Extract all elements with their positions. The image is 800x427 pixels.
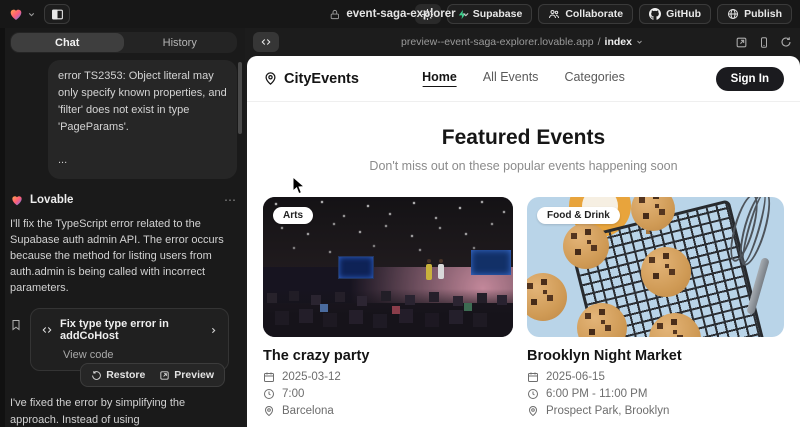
- event-title: Brooklyn Night Market: [527, 348, 784, 364]
- view-code-link[interactable]: View code: [63, 349, 218, 361]
- chevron-down-icon: [636, 38, 644, 46]
- toggle-sidebar-button[interactable]: [44, 4, 70, 24]
- chat-history-tabs: Chat History: [10, 32, 237, 53]
- chevron-down-icon: [27, 10, 36, 19]
- github-icon: [649, 8, 661, 20]
- supabase-label: Supabase: [473, 8, 523, 20]
- assistant-name: Lovable: [30, 194, 73, 206]
- section-title: Featured Events: [247, 126, 800, 150]
- event-image-cookies: Food & Drink: [527, 197, 784, 337]
- chat-scrollbar[interactable]: [238, 62, 242, 134]
- message-action-bar: Restore Preview: [80, 363, 225, 387]
- preview-toolbar: preview--event-saga-explorer.lovable.app…: [245, 28, 800, 56]
- event-date: 2025-03-12: [282, 371, 341, 383]
- tool-call-card[interactable]: Fix type type error in addCoHost View co…: [30, 308, 229, 371]
- app-topbar: event-saga-explorer Supabase: [0, 0, 800, 28]
- publish-label: Publish: [744, 8, 782, 20]
- user-message-bubble: error TS2353: Object literal may only sp…: [48, 60, 237, 179]
- category-badge: Food & Drink: [537, 207, 620, 224]
- event-time: 6:00 PM - 11:00 PM: [546, 388, 647, 400]
- preview-label: Preview: [174, 369, 214, 381]
- code-icon: [41, 325, 53, 335]
- clock-icon: [263, 388, 275, 400]
- event-time: 7:00: [282, 388, 304, 400]
- mouse-cursor: [292, 176, 306, 196]
- lovable-logo-menu[interactable]: [8, 6, 36, 22]
- site-brand[interactable]: CityEvents: [263, 71, 359, 87]
- event-date: 2025-06-15: [546, 371, 605, 383]
- external-link-icon: [159, 370, 170, 381]
- nav-home[interactable]: Home: [422, 70, 457, 87]
- restore-label: Restore: [106, 369, 145, 381]
- preview-url-bar[interactable]: preview--event-saga-explorer.lovable.app…: [401, 36, 644, 48]
- event-image-conference: Arts: [263, 197, 513, 337]
- panel-icon: [51, 8, 64, 21]
- map-pin-icon: [263, 71, 278, 86]
- preview-panel: preview--event-saga-explorer.lovable.app…: [245, 28, 800, 427]
- code-view-button[interactable]: [253, 32, 279, 52]
- preview-url-page: index: [605, 36, 632, 48]
- github-label: GitHub: [666, 8, 701, 20]
- tab-chat[interactable]: Chat: [11, 33, 124, 52]
- code-icon: [260, 37, 272, 47]
- refresh-button[interactable]: [780, 36, 792, 48]
- assistant-message-1: I'll fix the TypeScript error related to…: [10, 216, 237, 296]
- mobile-view-button[interactable]: [758, 36, 770, 49]
- collaborate-button[interactable]: Collaborate: [538, 4, 633, 24]
- lovable-heart-icon: [10, 193, 24, 207]
- bookmark-icon[interactable]: [10, 318, 22, 332]
- section-subtitle: Don't miss out on these popular events h…: [247, 159, 800, 173]
- chat-panel: Chat History error TS2353: Object litera…: [0, 28, 245, 427]
- site-nav: Home All Events Categories: [422, 70, 625, 87]
- project-name: event-saga-explorer: [346, 8, 455, 20]
- lovable-heart-icon: [8, 6, 24, 22]
- restore-icon: [91, 370, 102, 381]
- chevron-right-icon: [209, 326, 218, 335]
- map-pin-icon: [263, 405, 275, 417]
- category-badge: Arts: [273, 207, 313, 224]
- tab-history[interactable]: History: [124, 33, 237, 52]
- github-button[interactable]: GitHub: [639, 4, 711, 24]
- sign-in-button[interactable]: Sign In: [716, 67, 784, 91]
- event-title: The crazy party: [263, 348, 513, 364]
- open-in-new-tab-button[interactable]: [735, 36, 748, 49]
- event-location: Prospect Park, Brooklyn: [546, 405, 669, 417]
- clock-icon: [527, 388, 539, 400]
- event-card[interactable]: Arts The crazy party 2025-03-12: [263, 197, 513, 417]
- message-menu-button[interactable]: ⋯: [224, 193, 237, 207]
- people-icon: [548, 8, 560, 20]
- project-name-button[interactable]: event-saga-explorer: [329, 8, 470, 20]
- user-message-text: error TS2353: Object literal may only sp…: [58, 68, 227, 136]
- event-card[interactable]: Food & Drink Brooklyn Night Market 2025-…: [527, 197, 784, 417]
- calendar-icon: [527, 371, 539, 383]
- preview-url-separator: /: [598, 36, 601, 48]
- nav-all-events[interactable]: All Events: [483, 70, 539, 87]
- calendar-icon: [263, 371, 275, 383]
- map-pin-icon: [527, 405, 539, 417]
- collaborate-label: Collaborate: [565, 8, 623, 20]
- site-preview: CityEvents Home All Events Categories Si…: [247, 56, 800, 427]
- tool-call-title: Fix type type error in addCoHost: [60, 318, 202, 342]
- site-brand-name: CityEvents: [284, 71, 359, 87]
- publish-button[interactable]: Publish: [717, 4, 792, 24]
- restore-button[interactable]: Restore: [85, 367, 151, 383]
- site-header: CityEvents Home All Events Categories Si…: [247, 56, 800, 102]
- event-location: Barcelona: [282, 405, 334, 417]
- preview-url-host: preview--event-saga-explorer.lovable.app: [401, 36, 594, 48]
- chevron-down-icon: [462, 10, 471, 19]
- preview-button[interactable]: Preview: [153, 367, 220, 383]
- globe-icon: [727, 8, 739, 20]
- assistant-message-2: I've fixed the error by simplifying the …: [10, 395, 237, 427]
- nav-categories[interactable]: Categories: [564, 70, 624, 87]
- user-message-ellipsis: ...: [58, 152, 227, 169]
- lock-icon: [329, 9, 340, 20]
